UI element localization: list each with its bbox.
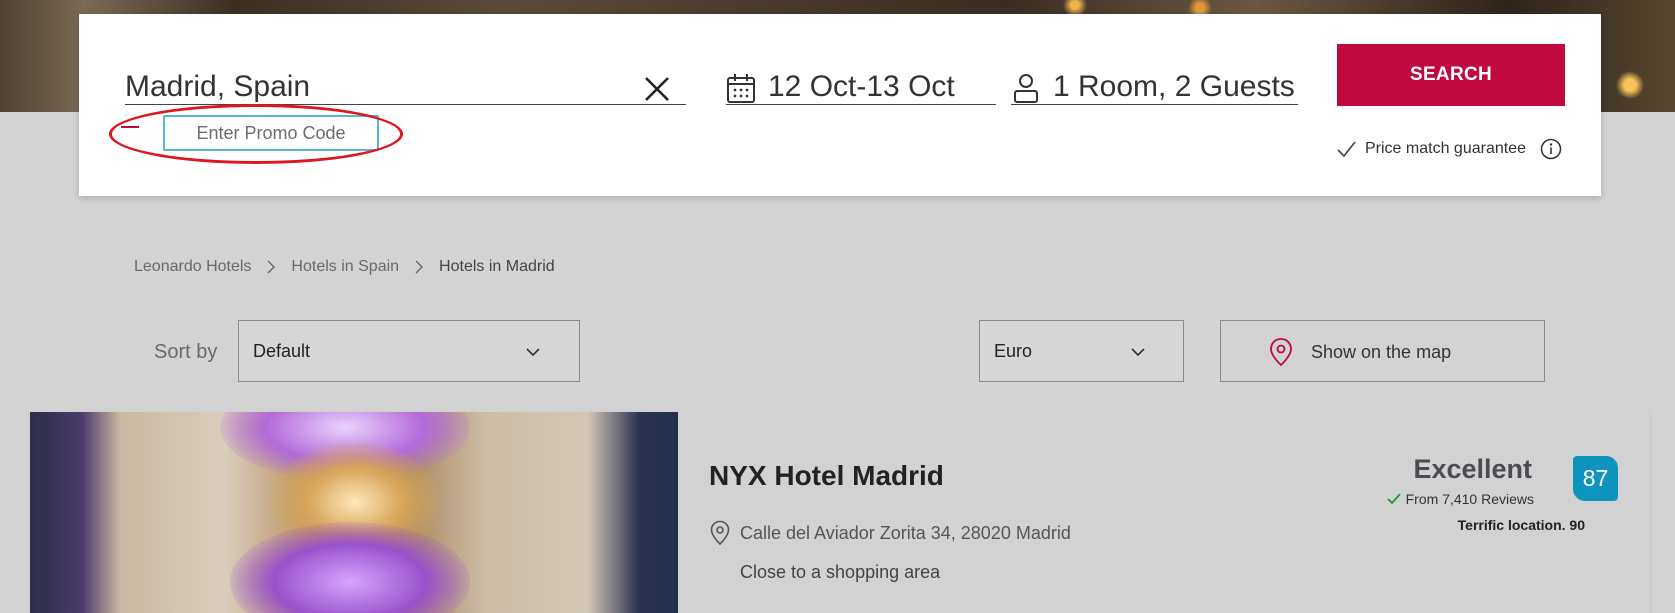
review-count[interactable]: From 7,410 Reviews bbox=[1386, 491, 1534, 507]
breadcrumb-current: Hotels in Madrid bbox=[439, 258, 555, 275]
clear-icon[interactable] bbox=[642, 74, 672, 104]
info-icon[interactable] bbox=[1540, 138, 1562, 160]
sort-label: Sort by bbox=[154, 341, 218, 363]
price-match-label: Price match guarantee bbox=[1365, 140, 1526, 157]
hotel-address: Calle del Aviador Zorita 34, 28020 Madri… bbox=[740, 523, 1071, 543]
person-icon bbox=[1014, 74, 1038, 103]
chevron-down-icon bbox=[526, 348, 540, 357]
guests-field[interactable]: 1 Room, 2 Guests bbox=[1011, 54, 1298, 105]
collapse-promo-icon[interactable] bbox=[121, 126, 139, 128]
hotel-name[interactable]: NYX Hotel Madrid bbox=[709, 460, 944, 492]
promo-code-input[interactable] bbox=[163, 115, 379, 151]
search-button[interactable]: SEARCH bbox=[1337, 44, 1565, 106]
search-panel: Madrid, Spain 12 Oct-13 Oct 1 Room, 2 Gu… bbox=[79, 14, 1601, 196]
currency-value: Euro bbox=[994, 341, 1033, 361]
breadcrumb-link-hotels-in-spain[interactable]: Hotels in Spain bbox=[291, 258, 399, 276]
chevron-right-icon bbox=[415, 260, 424, 274]
lower-light-glow bbox=[230, 522, 470, 613]
rating-label: Excellent bbox=[1413, 454, 1532, 484]
hotel-feature: Close to a shopping area bbox=[740, 562, 941, 582]
checkmark-icon bbox=[1337, 141, 1356, 158]
show-on-map-button[interactable]: Show on the map bbox=[1220, 320, 1545, 382]
sort-value: Default bbox=[253, 341, 311, 361]
date-range-field[interactable]: 12 Oct-13 Oct bbox=[726, 54, 996, 105]
chevron-down-icon bbox=[1131, 348, 1145, 357]
chevron-right-icon bbox=[267, 260, 276, 274]
rating-score-badge: 87 bbox=[1573, 456, 1618, 501]
destination-value[interactable]: Madrid, Spain bbox=[125, 70, 310, 104]
breadcrumb-link-leonardo-hotels[interactable]: Leonardo Hotels bbox=[134, 258, 251, 276]
show-on-map-label: Show on the map bbox=[1311, 342, 1452, 362]
calendar-icon bbox=[727, 74, 755, 103]
sort-dropdown[interactable]: Default bbox=[238, 320, 580, 382]
location-score: Terrific location. 90 bbox=[1457, 517, 1585, 533]
price-match-guarantee: Price match guarantee bbox=[1335, 138, 1562, 160]
guests-value: 1 Room, 2 Guests bbox=[1053, 70, 1295, 103]
hotel-photo[interactable] bbox=[30, 412, 678, 613]
checkmark-icon bbox=[1386, 493, 1401, 505]
review-count-text: From 7,410 Reviews bbox=[1405, 491, 1534, 507]
currency-dropdown[interactable]: Euro bbox=[979, 320, 1184, 382]
breadcrumb: Leonardo Hotels Hotels in Spain Hotels i… bbox=[134, 258, 555, 276]
map-pin-icon bbox=[1270, 338, 1292, 367]
destination-field[interactable]: Madrid, Spain bbox=[125, 54, 686, 105]
date-range-value: 12 Oct-13 Oct bbox=[768, 70, 955, 103]
location-pin-icon bbox=[710, 520, 730, 546]
